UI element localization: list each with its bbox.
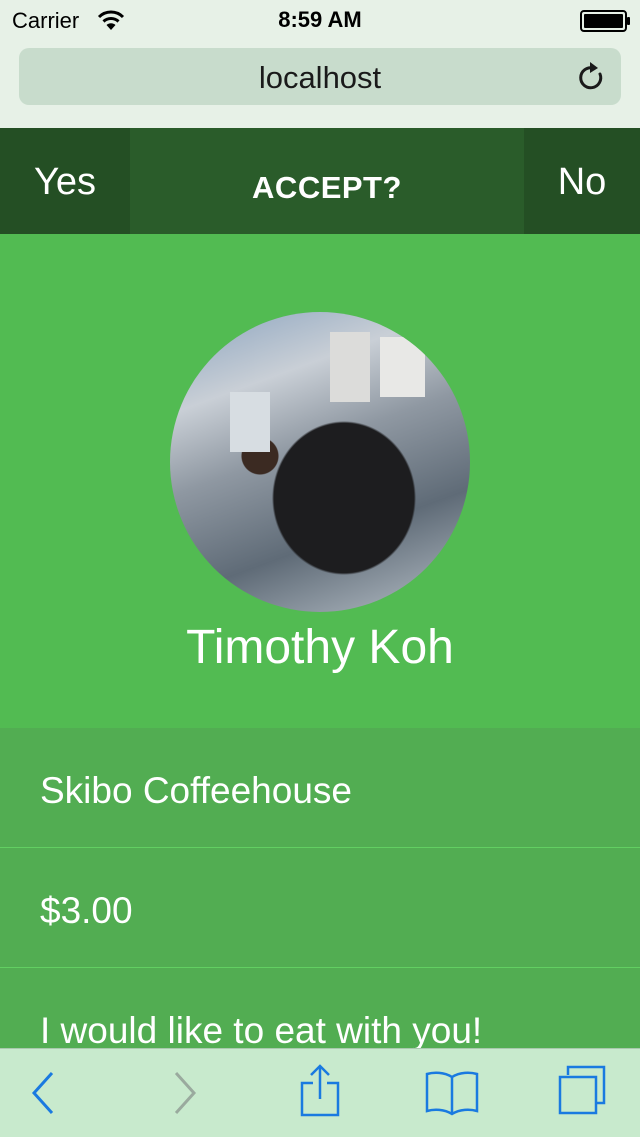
- address-bar[interactable]: localhost: [19, 48, 621, 105]
- profile-section: Timothy Koh: [0, 234, 640, 728]
- share-icon[interactable]: [296, 1063, 344, 1124]
- profile-name: Timothy Koh: [186, 621, 454, 674]
- reload-icon[interactable]: [575, 60, 607, 99]
- accept-header: Yes ACCEPT? No: [0, 128, 640, 234]
- no-button[interactable]: No: [524, 128, 640, 234]
- browser-address-area: localhost: [0, 40, 640, 128]
- battery-icon: [580, 10, 632, 37]
- place-label: Skibo Coffeehouse: [40, 770, 352, 811]
- page-title: ACCEPT?: [252, 170, 402, 205]
- detail-row-amount: $3.00: [0, 848, 640, 969]
- avatar: [170, 312, 470, 612]
- status-time: 8:59 AM: [278, 7, 362, 32]
- browser-toolbar: [0, 1048, 640, 1137]
- message-label: I would like to eat with you!: [40, 1010, 483, 1051]
- back-icon[interactable]: [28, 1069, 58, 1122]
- status-bar: Carrier 8:59 AM: [0, 0, 640, 40]
- bookmarks-icon[interactable]: [424, 1069, 480, 1122]
- forward-icon[interactable]: [170, 1069, 200, 1122]
- detail-row-place: Skibo Coffeehouse: [0, 728, 640, 849]
- tabs-icon[interactable]: [556, 1065, 608, 1122]
- amount-label: $3.00: [40, 890, 133, 931]
- address-text: localhost: [258, 60, 382, 95]
- yes-button[interactable]: Yes: [0, 128, 130, 234]
